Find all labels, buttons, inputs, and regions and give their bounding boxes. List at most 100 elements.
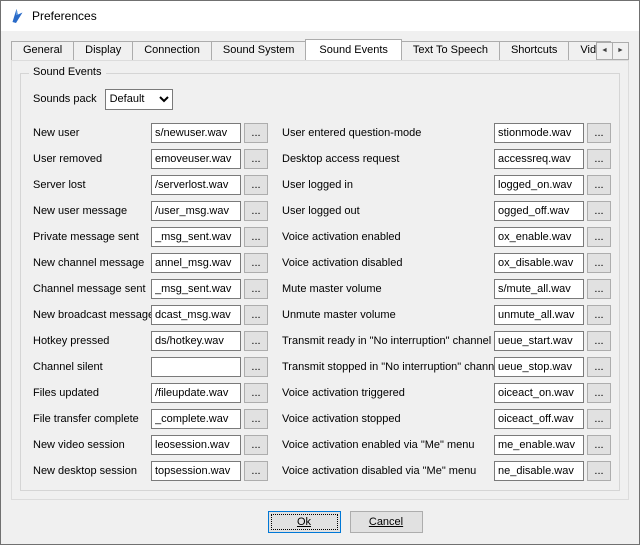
browse-button[interactable]: ... [244, 149, 268, 169]
tab-display[interactable]: Display [73, 41, 133, 60]
browse-button[interactable]: ... [244, 175, 268, 195]
sound-event-label: Channel message sent [33, 283, 151, 295]
window-title: Preferences [32, 9, 97, 23]
groupbox-title: Sound Events [29, 66, 106, 78]
tab-sound-system[interactable]: Sound System [211, 41, 307, 60]
sound-file-input[interactable] [494, 331, 584, 351]
ok-button[interactable]: Ok [268, 511, 341, 533]
browse-button[interactable]: ... [587, 331, 611, 351]
sound-event-label: File transfer complete [33, 413, 151, 425]
tab-text-to-speech[interactable]: Text To Speech [401, 41, 500, 60]
browse-button[interactable]: ... [244, 461, 268, 481]
sound-file-input[interactable] [151, 227, 241, 247]
sound-event-label: New user message [33, 205, 151, 217]
sound-event-row: Server lost ... [33, 172, 272, 198]
browse-button[interactable]: ... [244, 305, 268, 325]
sound-file-input[interactable] [494, 461, 584, 481]
sound-file-input[interactable] [151, 435, 241, 455]
browse-button[interactable]: ... [244, 201, 268, 221]
preferences-dialog: Preferences General Display Connection S… [0, 0, 640, 545]
browse-button[interactable]: ... [244, 123, 268, 143]
sound-event-label: Server lost [33, 179, 151, 191]
browse-button[interactable]: ... [244, 435, 268, 455]
tab-general[interactable]: General [11, 41, 74, 60]
sound-file-input[interactable] [494, 227, 584, 247]
tab-scroller: ◄ ► [596, 42, 629, 60]
sound-file-input[interactable] [494, 409, 584, 429]
sound-event-label: New broadcast message [33, 309, 151, 321]
browse-button[interactable]: ... [587, 175, 611, 195]
sound-event-row: Hotkey pressed ... [33, 328, 272, 354]
sound-file-input[interactable] [494, 279, 584, 299]
sound-file-input[interactable] [494, 435, 584, 455]
sound-file-input[interactable] [151, 175, 241, 195]
sound-file-input[interactable] [494, 253, 584, 273]
sounds-pack-row: Sounds pack Default [33, 88, 611, 110]
sound-event-label: Private message sent [33, 231, 151, 243]
browse-button[interactable]: ... [244, 383, 268, 403]
sound-file-input[interactable] [151, 149, 241, 169]
sound-file-input[interactable] [151, 461, 241, 481]
browse-button[interactable]: ... [587, 123, 611, 143]
tab-shortcuts[interactable]: Shortcuts [499, 41, 569, 60]
sound-event-row: New video session ... [33, 432, 272, 458]
titlebar[interactable]: Preferences [1, 1, 639, 31]
browse-button[interactable]: ... [244, 279, 268, 299]
tab-scroll-left-button[interactable]: ◄ [596, 42, 613, 60]
browse-button[interactable]: ... [244, 253, 268, 273]
browse-button[interactable]: ... [587, 435, 611, 455]
sound-file-input[interactable] [494, 383, 584, 403]
sound-event-label: Voice activation disabled [282, 257, 494, 269]
sound-event-row: Files updated ... [33, 380, 272, 406]
sound-event-row: Private message sent ... [33, 224, 272, 250]
sound-file-input[interactable] [151, 357, 241, 377]
browse-button[interactable]: ... [244, 357, 268, 377]
browse-button[interactable]: ... [244, 227, 268, 247]
sound-event-label: New channel message [33, 257, 151, 269]
sound-file-input[interactable] [494, 175, 584, 195]
sound-file-input[interactable] [494, 357, 584, 377]
sound-event-label: Hotkey pressed [33, 335, 151, 347]
sound-event-row: Channel message sent ... [33, 276, 272, 302]
sound-event-label: User removed [33, 153, 151, 165]
browse-button[interactable]: ... [587, 201, 611, 221]
sound-file-input[interactable] [494, 123, 584, 143]
sound-file-input[interactable] [151, 123, 241, 143]
sound-file-input[interactable] [151, 253, 241, 273]
tab-label: Text To Speech [413, 44, 488, 56]
tab-strip: General Display Connection Sound System … [11, 39, 611, 60]
browse-button[interactable]: ... [244, 409, 268, 429]
browse-button[interactable]: ... [587, 279, 611, 299]
sound-event-label: Voice activation enabled via "Me" menu [282, 439, 494, 451]
tab-connection[interactable]: Connection [132, 41, 212, 60]
sound-file-input[interactable] [151, 201, 241, 221]
browse-button[interactable]: ... [587, 227, 611, 247]
browse-button[interactable]: ... [244, 331, 268, 351]
browse-button[interactable]: ... [587, 461, 611, 481]
sound-event-row: Voice activation enabled via "Me" menu .… [282, 432, 611, 458]
browse-button[interactable]: ... [587, 305, 611, 325]
sound-file-input[interactable] [494, 305, 584, 325]
sound-file-input[interactable] [151, 279, 241, 299]
sound-file-input[interactable] [151, 331, 241, 351]
cancel-button[interactable]: Cancel [350, 511, 423, 533]
browse-button[interactable]: ... [587, 253, 611, 273]
sound-file-input[interactable] [151, 383, 241, 403]
sound-file-input[interactable] [151, 305, 241, 325]
browse-button[interactable]: ... [587, 149, 611, 169]
sounds-pack-select[interactable]: Default [105, 89, 173, 110]
tab-scroll-right-button[interactable]: ► [612, 42, 629, 60]
sound-file-input[interactable] [494, 201, 584, 221]
browse-button[interactable]: ... [587, 383, 611, 403]
sounds-pack-label: Sounds pack [33, 93, 97, 105]
sound-file-input[interactable] [494, 149, 584, 169]
browse-button[interactable]: ... [587, 409, 611, 429]
tab-label: Sound System [223, 44, 295, 56]
sound-event-label: Voice activation stopped [282, 413, 494, 425]
tab-sound-events[interactable]: Sound Events [305, 39, 402, 60]
sound-event-row: New user ... [33, 120, 272, 146]
sound-event-row: Voice activation disabled ... [282, 250, 611, 276]
browse-button[interactable]: ... [587, 357, 611, 377]
sound-event-row: Mute master volume ... [282, 276, 611, 302]
sound-file-input[interactable] [151, 409, 241, 429]
